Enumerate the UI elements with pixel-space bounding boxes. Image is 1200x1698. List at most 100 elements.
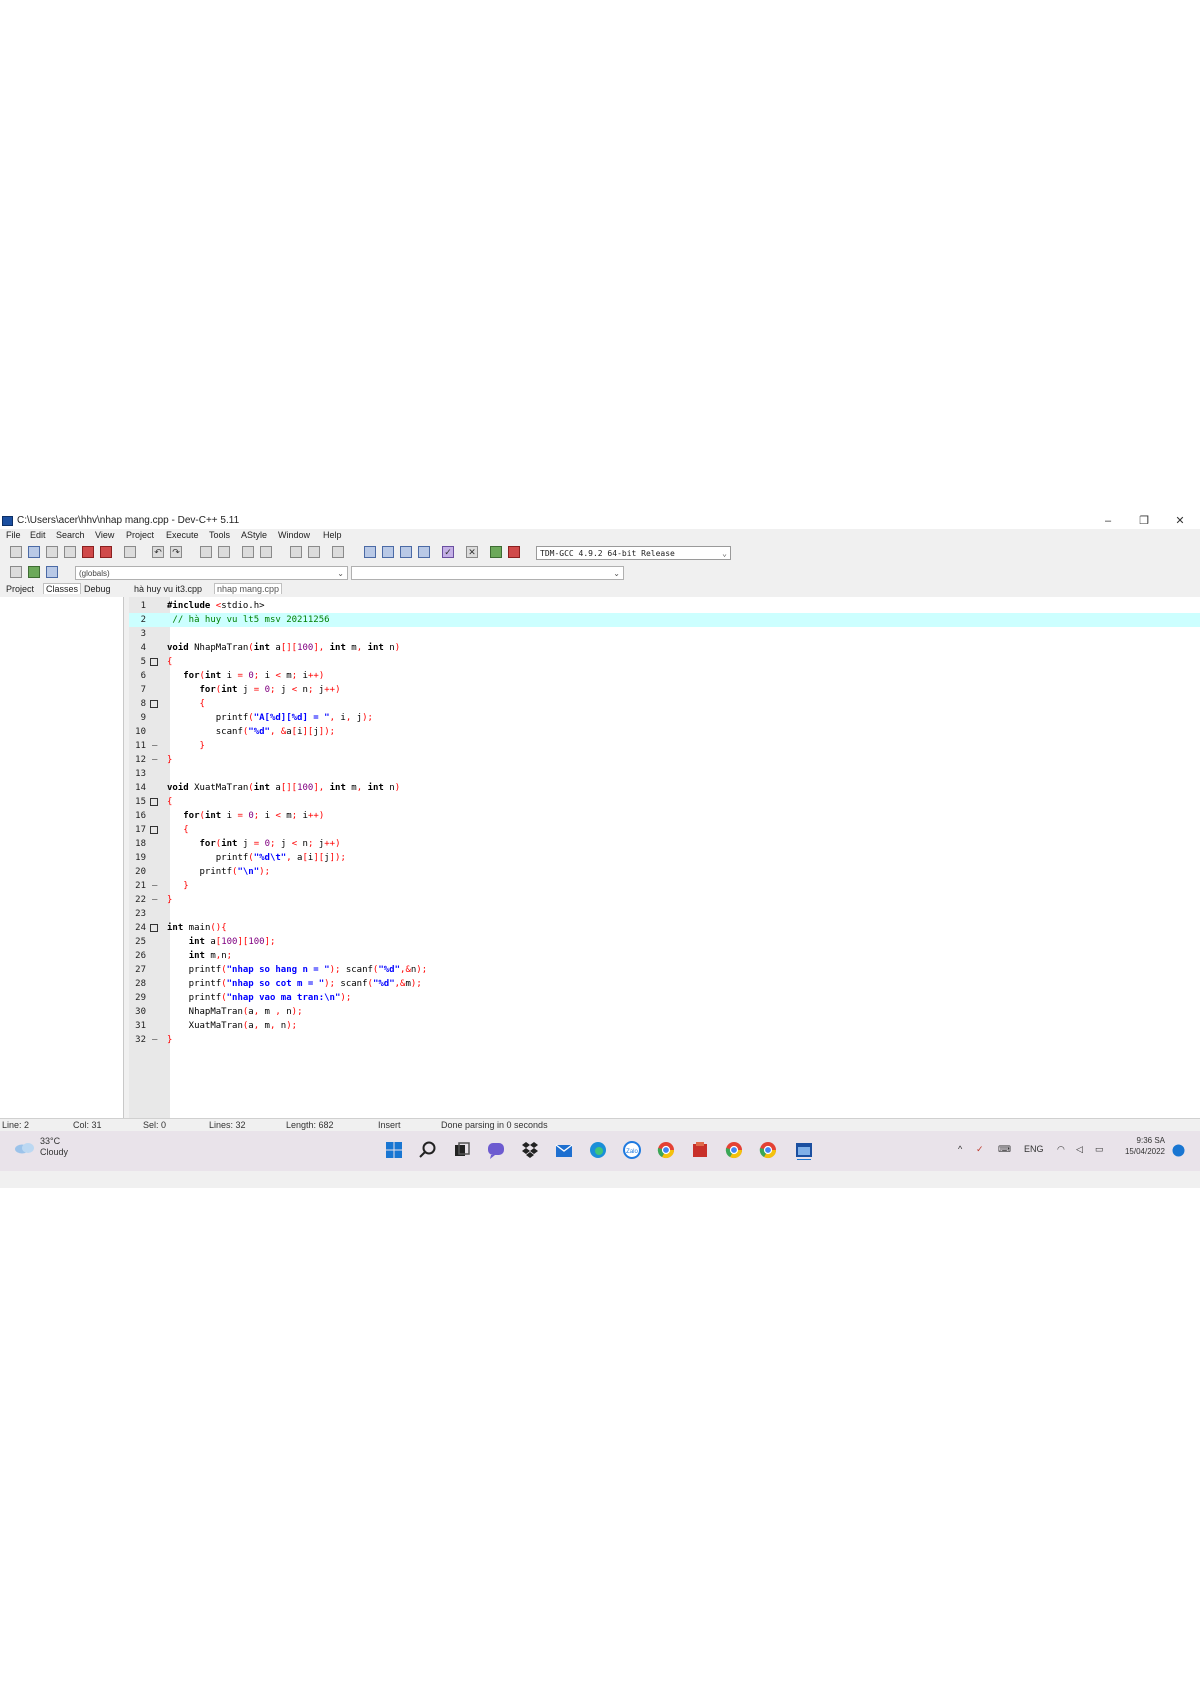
code-line[interactable]: 22–} [129,893,1200,907]
code-line[interactable]: 13 [129,767,1200,781]
task-view-icon[interactable] [452,1140,472,1160]
code-line[interactable]: 8 { [129,697,1200,711]
fold-toggle-icon[interactable] [150,924,158,932]
notification-icon[interactable] [1172,1144,1185,1157]
edge-browser-icon[interactable] [588,1140,608,1160]
unindent-icon[interactable] [260,546,272,558]
tab-classes[interactable]: Classes [43,583,82,594]
rebuild-icon[interactable] [418,546,430,558]
compiler-select[interactable]: TDM-GCC 4.9.2 64-bit Release ⌄ [536,546,731,560]
code-line[interactable]: 29 printf("nhap vao ma tran:\n"); [129,991,1200,1005]
code-line[interactable]: 7 for(int j = 0; j < n; j++) [129,683,1200,697]
code-line[interactable]: 1 #include <stdio.h> [129,599,1200,613]
menu-view[interactable]: View [95,530,114,540]
bookmark-icon[interactable] [332,546,344,558]
chrome-profile-icon[interactable] [724,1140,744,1160]
chrome-icon[interactable] [656,1140,676,1160]
code-line[interactable]: 24 int main(){ [129,921,1200,935]
code-line[interactable]: 11– } [129,739,1200,753]
toggle-bookmark-icon[interactable] [28,566,40,578]
mail-icon[interactable] [554,1140,574,1160]
function-select[interactable]: ⌄ [351,566,624,580]
close-button[interactable]: ✕ [1162,513,1198,529]
profile-icon[interactable] [508,546,520,558]
chevron-up-icon[interactable]: ^ [958,1144,962,1154]
code-line[interactable]: 21– } [129,879,1200,893]
volume-icon[interactable]: ◁ [1076,1144,1083,1155]
code-line[interactable]: 27 printf("nhap so hang n = "); scanf("%… [129,963,1200,977]
stop-icon[interactable]: ✕ [466,546,478,558]
class-browser-panel[interactable] [0,597,124,1118]
compile-icon[interactable] [364,546,376,558]
code-line[interactable]: 15 { [129,795,1200,809]
cloud-icon[interactable] [14,1140,36,1154]
code-editor[interactable]: 1 #include <stdio.h> 2 // hà huy vu lt5 ms… [129,597,1200,1118]
keyboard-icon[interactable]: ⌨ [998,1144,1011,1155]
menu-tools[interactable]: Tools [209,530,230,540]
language-indicator[interactable]: ENG [1024,1144,1044,1154]
insert-icon[interactable] [10,566,22,578]
code-line[interactable]: 31 XuatMaTran(a, m, n); [129,1019,1200,1033]
antivirus-icon[interactable]: ✓ [976,1144,984,1155]
code-line[interactable]: 23 [129,907,1200,921]
print-icon[interactable] [124,546,136,558]
menu-project[interactable]: Project [126,530,154,540]
code-line[interactable]: 20 printf("\n"); [129,865,1200,879]
code-line[interactable]: 32–} [129,1033,1200,1047]
goto-bookmark-icon[interactable] [46,566,58,578]
tab-file-ha-huy-vu[interactable]: hà huy vu it3.cpp [134,584,202,594]
office-icon[interactable] [690,1140,710,1160]
close-all-icon[interactable] [100,546,112,558]
zalo-icon[interactable]: Zalo [622,1140,642,1160]
code-line[interactable]: 5{ [129,655,1200,669]
menu-window[interactable]: Window [278,530,310,540]
code-line[interactable]: 25 int a[100][100]; [129,935,1200,949]
battery-icon[interactable]: ▭ [1095,1144,1104,1155]
close-file-icon[interactable] [82,546,94,558]
code-line[interactable]: 14 void XuatMaTran(int a[][100], int m, i… [129,781,1200,795]
save-icon[interactable] [46,546,58,558]
menu-execute[interactable]: Execute [166,530,199,540]
code-line[interactable]: 3 [129,627,1200,641]
code-line[interactable]: 18 for(int j = 0; j < n; j++) [129,837,1200,851]
fold-toggle-icon[interactable] [150,826,158,834]
windows-start-icon[interactable] [384,1140,404,1160]
goto-forward-icon[interactable] [308,546,320,558]
code-line[interactable]: 17 { [129,823,1200,837]
code-line[interactable]: 6 for(int i = 0; i < m; i++) [129,669,1200,683]
weather-widget[interactable]: 33°C Cloudy [40,1136,68,1158]
menu-edit[interactable]: Edit [30,530,46,540]
devcpp-taskbar-icon[interactable] [794,1140,814,1160]
goto-back-icon[interactable] [290,546,302,558]
taskbar-clock[interactable]: 9:36 SA 15/04/2022 [1115,1135,1165,1157]
chart-icon[interactable] [490,546,502,558]
tab-project[interactable]: Project [6,584,34,594]
new-file-icon[interactable] [10,546,22,558]
code-line[interactable]: 26 int m,n; [129,949,1200,963]
tab-file-nhap-mang[interactable]: nhap mang.cpp [214,583,283,594]
chat-icon[interactable] [486,1140,506,1160]
code-line[interactable]: 2 // hà huy vu lt5 msv 20211256 [129,613,1200,627]
search-icon[interactable] [418,1140,438,1160]
undo-icon[interactable]: ↶ [152,546,164,558]
syntax-check-icon[interactable]: ✓ [442,546,454,558]
code-line[interactable]: 4 void NhapMaTran(int a[][100], int m, in… [129,641,1200,655]
compile-run-icon[interactable] [400,546,412,558]
tab-debug[interactable]: Debug [84,584,111,594]
save-all-icon[interactable] [64,546,76,558]
code-line[interactable]: 28 printf("nhap so cot m = "); scanf("%d… [129,977,1200,991]
code-line[interactable]: 16 for(int i = 0; i < m; i++) [129,809,1200,823]
code-line[interactable]: 9 printf("A[%d][%d] = ", i, j); [129,711,1200,725]
find-icon[interactable] [200,546,212,558]
code-line[interactable]: 30 NhapMaTran(a, m , n); [129,1005,1200,1019]
run-icon[interactable] [382,546,394,558]
code-line[interactable]: 10 scanf("%d", &a[i][j]); [129,725,1200,739]
wifi-icon[interactable]: ◠ [1057,1144,1065,1155]
scope-select[interactable]: (globals) ⌄ [75,566,348,580]
open-file-icon[interactable] [28,546,40,558]
chrome-profile-2-icon[interactable] [758,1140,778,1160]
indent-icon[interactable] [242,546,254,558]
minimize-button[interactable]: – [1090,513,1126,529]
redo-icon[interactable]: ↷ [170,546,182,558]
fold-toggle-icon[interactable] [150,658,158,666]
